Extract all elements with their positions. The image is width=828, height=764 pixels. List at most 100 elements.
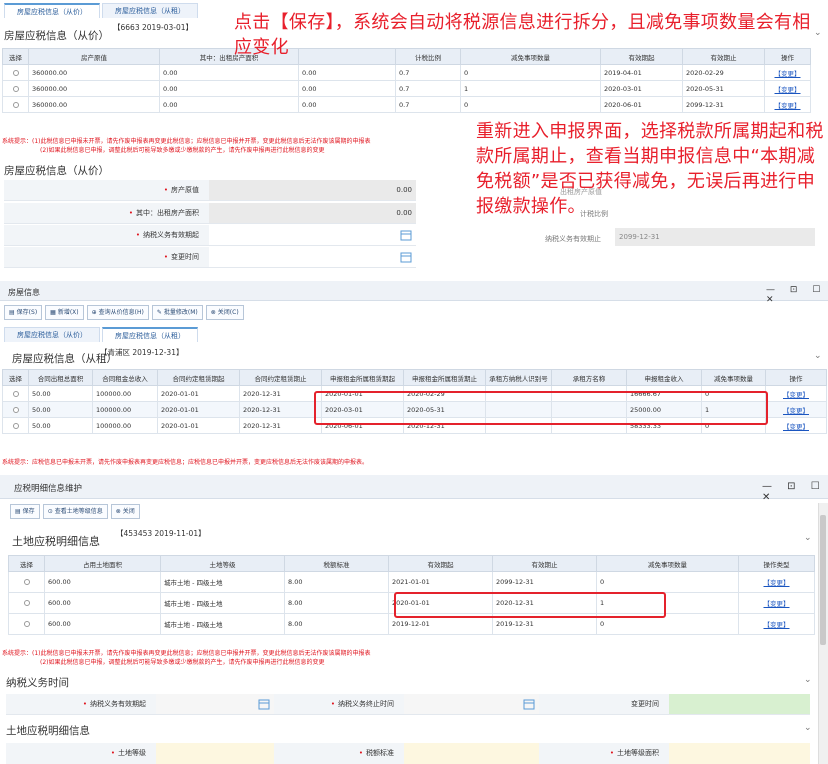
change-link[interactable]: 【变更】: [738, 613, 815, 635]
tab-rent-based[interactable]: 房屋应税信息（从租）: [102, 3, 198, 18]
cell: 50.00: [28, 385, 93, 402]
tab-value-based[interactable]: 房屋应税信息（从价）: [4, 327, 100, 342]
change-time-field[interactable]: [209, 247, 416, 267]
duty-start-field[interactable]: [156, 694, 274, 714]
change-time-field[interactable]: [669, 694, 810, 714]
field-label: • 变更时间: [4, 247, 209, 267]
cell: 360000.00: [28, 96, 160, 113]
row-select-radio[interactable]: [2, 80, 29, 97]
save-icon: ▤: [15, 508, 21, 515]
calendar-icon[interactable]: [400, 229, 412, 241]
change-link[interactable]: 【变更】: [765, 417, 827, 434]
form-row-rent-area: • 其中：出租房产面积 0.00: [4, 203, 416, 224]
window-titlebar: [0, 475, 828, 499]
cell: 2019-04-01: [600, 64, 683, 81]
table-row[interactable]: 360000.00 0.00 0.00 0.7 1 2020-03-01 202…: [2, 80, 811, 97]
row-select-radio[interactable]: [2, 417, 29, 434]
highlight-land-period: [394, 592, 666, 618]
col-header: 操作类型: [738, 555, 815, 572]
close-button[interactable]: ⊗ 关闭: [110, 504, 140, 519]
grade-area-field[interactable]: [669, 743, 810, 764]
change-link[interactable]: 【变更】: [764, 96, 811, 113]
duty-start-field[interactable]: [209, 225, 416, 245]
change-link[interactable]: 【变更】: [765, 401, 827, 418]
table-row[interactable]: 360000.00 0.00 0.00 0.7 0 2019-04-01 202…: [2, 64, 811, 81]
calendar-icon[interactable]: [523, 698, 535, 710]
search-icon: ⊙: [47, 508, 53, 515]
scrollbar-thumb[interactable]: [820, 515, 826, 645]
duty-end-field[interactable]: [404, 694, 539, 714]
window-controls[interactable]: — ⊡ ☐ ✕: [766, 285, 828, 305]
add-icon: ▦: [50, 309, 56, 316]
highlight-rent-period: [314, 391, 768, 425]
cell: 50.00: [28, 401, 93, 418]
change-link[interactable]: 【变更】: [764, 64, 811, 81]
query-value-button[interactable]: ⊕ 查询从价信息(H): [86, 305, 149, 320]
land-grade-field[interactable]: [156, 743, 274, 764]
table-row[interactable]: 600.00 城市土地 - 四级土地 8.00 2021-01-01 2099-…: [8, 571, 815, 593]
calendar-icon[interactable]: [400, 251, 412, 263]
cell: 2020-12-31: [239, 417, 322, 434]
window-controls[interactable]: — ⊡ ☐ ✕: [762, 481, 828, 503]
save-button[interactable]: ▤ 保存(S): [4, 305, 43, 320]
system-warning: (2)如果此税信息已申报，调整此税后可能导致多缴或少缴税款的产生，请先作废申报再…: [40, 659, 325, 666]
cell: 100000.00: [92, 417, 158, 434]
cell: 0: [596, 571, 739, 593]
tax-standard-field[interactable]: [404, 743, 539, 764]
cell: 600.00: [44, 613, 161, 635]
cell: 2020-03-01: [600, 80, 683, 97]
close-button[interactable]: ⊗ 关闭(C): [205, 305, 244, 320]
tab-value-based[interactable]: 房屋应税信息（从价）: [4, 3, 100, 18]
row-select-radio[interactable]: [2, 96, 29, 113]
collapse-icon[interactable]: ⌄: [804, 533, 812, 543]
view-land-grade-button[interactable]: ⊙ 查看土地等级信息: [42, 504, 108, 519]
tab-rent-based[interactable]: 房屋应税信息（从租）: [102, 327, 198, 342]
cell: 50.00: [28, 417, 93, 434]
table-header-row: 选择 占用土地面积 土地等级 税额标准 有效期起 有效期止 减免事项数量 操作类…: [8, 555, 815, 572]
collapse-icon[interactable]: ⌄: [814, 351, 822, 361]
cell: 城市土地 - 四级土地: [160, 613, 285, 635]
record-stamp: 【6663 2019-03-01】: [113, 23, 194, 32]
col-header: 有效期止: [492, 555, 597, 572]
save-button[interactable]: ▤ 保存: [10, 504, 40, 519]
change-link[interactable]: 【变更】: [738, 571, 815, 593]
cell: 8.00: [284, 592, 389, 614]
change-link[interactable]: 【变更】: [764, 80, 811, 97]
batch-edit-button[interactable]: ✎ 批量修改(M): [151, 305, 203, 320]
row-select-radio[interactable]: [8, 592, 45, 614]
col-header: 土地等级: [160, 555, 285, 572]
system-warning: 系统提示：(1)此税信息已申报未开票，请先作废申报表再变更此税信息；应税信息已申…: [2, 650, 371, 657]
change-link[interactable]: 【变更】: [765, 385, 827, 402]
cell: 0.7: [395, 64, 461, 81]
calendar-icon[interactable]: [258, 698, 270, 710]
change-link[interactable]: 【变更】: [738, 592, 815, 614]
col-header: 有效期起: [388, 555, 493, 572]
form-row-duty-start: • 纳税义务有效期起: [4, 225, 416, 246]
col-header: 合同租金总收入: [92, 369, 158, 386]
cell: 城市土地 - 四级土地: [160, 592, 285, 614]
cell: 2020-01-01: [157, 385, 240, 402]
col-header: 承租方纳税人识别号: [485, 369, 552, 386]
cell: 0.00: [298, 96, 396, 113]
field-label: • 纳税义务有效期起: [6, 694, 156, 714]
cell: 0.00: [159, 80, 299, 97]
collapse-icon[interactable]: ⌄: [804, 723, 812, 733]
rent-area-field[interactable]: 0.00: [209, 203, 416, 223]
col-header: 减免事项数量: [701, 369, 766, 386]
add-button[interactable]: ▦ 新增(X): [45, 305, 84, 320]
table-row[interactable]: 360000.00 0.00 0.00 0.7 0 2020-06-01 209…: [2, 96, 811, 113]
row-select-radio[interactable]: [2, 385, 29, 402]
duty-form-row: • 纳税义务有效期起 • 纳税义务终止时间 变更时间: [6, 694, 810, 715]
col-header: 占用土地面积: [44, 555, 161, 572]
collapse-icon[interactable]: ⌄: [804, 675, 812, 685]
cell: 360000.00: [28, 64, 160, 81]
edit-icon: ✎: [156, 309, 162, 316]
row-select-radio[interactable]: [8, 613, 45, 635]
cell: 0.00: [298, 64, 396, 81]
duty-end-field[interactable]: 2099-12-31: [615, 228, 815, 246]
row-select-radio[interactable]: [8, 571, 45, 593]
original-value-field[interactable]: 0.00: [209, 180, 416, 200]
row-select-radio[interactable]: [2, 64, 29, 81]
duty-section-title: 纳税义务时间: [6, 677, 69, 689]
row-select-radio[interactable]: [2, 401, 29, 418]
